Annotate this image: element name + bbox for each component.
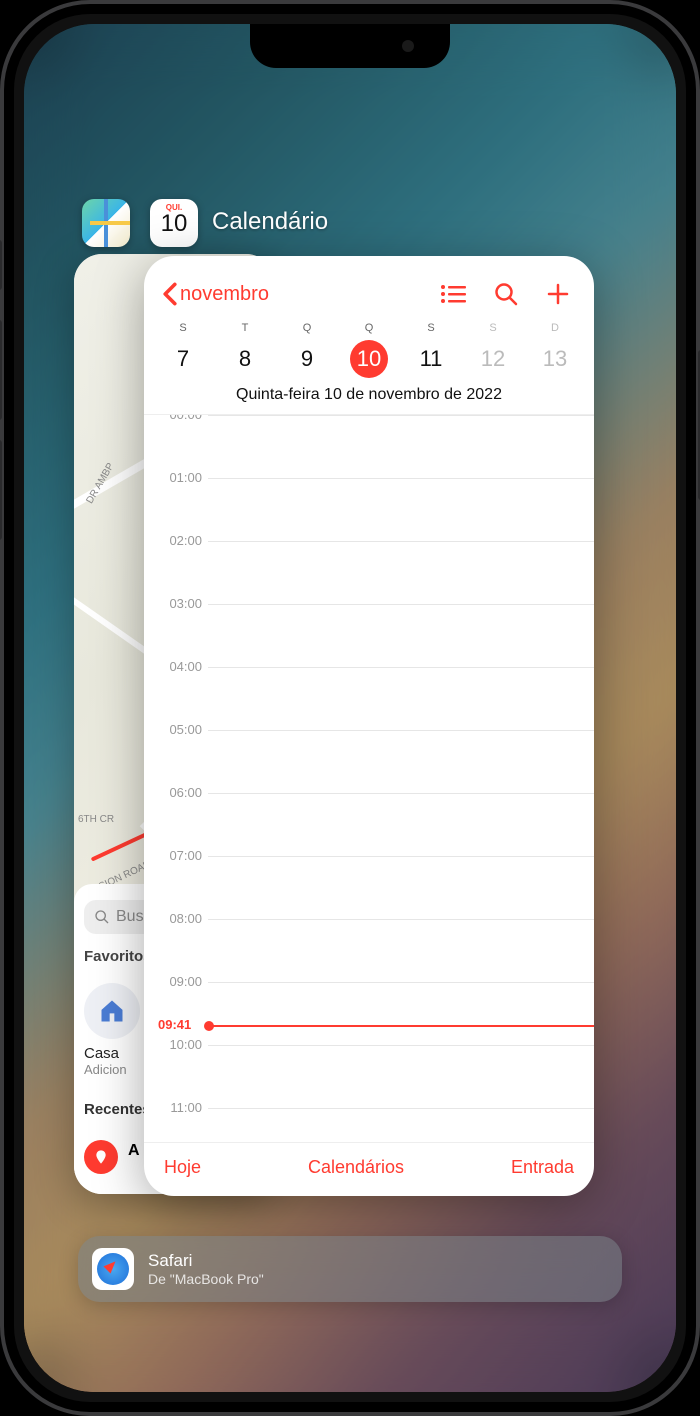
- weekday-abbr: T: [214, 322, 276, 334]
- weekday-number: 11: [412, 340, 450, 378]
- hour-row: 00:00: [208, 415, 594, 478]
- calendar-footer: Hoje Calendários Entrada: [144, 1142, 594, 1196]
- week-day-column[interactable]: D 13: [524, 322, 586, 378]
- weekday-number: 8: [226, 340, 264, 378]
- today-button[interactable]: Hoje: [164, 1157, 201, 1178]
- phone-frame: DR AMBP 6TH CR MISSION ROAD Bus Favorito…: [0, 0, 700, 1416]
- hour-row: 10:00: [208, 1045, 594, 1108]
- search-button[interactable]: [494, 282, 518, 306]
- weekday-abbr: S: [462, 322, 524, 334]
- hour-row: 04:00: [208, 667, 594, 730]
- hour-row: 05:00: [208, 730, 594, 793]
- hour-label: 09:00: [158, 974, 202, 989]
- hour-label: 08:00: [158, 911, 202, 926]
- hour-label: 07:00: [158, 848, 202, 863]
- search-placeholder: Bus: [116, 908, 144, 926]
- pin-icon: [84, 1140, 118, 1174]
- hour-row: 09:00: [208, 982, 594, 1045]
- search-icon: [494, 282, 518, 306]
- calendars-button[interactable]: Calendários: [308, 1157, 404, 1178]
- weekday-number: 10: [350, 340, 388, 378]
- handoff-banner[interactable]: Safari De "MacBook Pro": [78, 1236, 622, 1302]
- hour-row: 08:00: [208, 919, 594, 982]
- week-day-column[interactable]: Q9: [276, 322, 338, 378]
- weekday-number: 9: [288, 340, 326, 378]
- timeline[interactable]: 00:0001:0002:0003:0004:0005:0006:0007:00…: [144, 415, 594, 1142]
- list-view-button[interactable]: [440, 283, 466, 305]
- current-time-dot: [204, 1021, 214, 1031]
- weekday-abbr: D: [524, 322, 586, 334]
- mute-switch: [0, 240, 2, 290]
- hour-row: 02:00: [208, 541, 594, 604]
- hour-label: 01:00: [158, 470, 202, 485]
- calendar-header: novembro: [144, 256, 594, 316]
- list-icon: [440, 283, 466, 305]
- hour-label: 04:00: [158, 659, 202, 674]
- handoff-app-name: Safari: [148, 1251, 264, 1271]
- week-day-column[interactable]: S7: [152, 322, 214, 378]
- maps-app-icon: [82, 199, 130, 247]
- hour-row: 03:00: [208, 604, 594, 667]
- chevron-left-icon: [162, 282, 178, 306]
- weekday-number: 12: [474, 340, 512, 378]
- hour-row: 11:00: [208, 1108, 594, 1142]
- hour-label: 11:00: [158, 1100, 202, 1115]
- icon-day-num: 10: [150, 212, 198, 236]
- week-day-column[interactable]: T8: [214, 322, 276, 378]
- week-day-column[interactable]: S 11: [400, 322, 462, 378]
- full-date-label: Quinta-feira 10 de novembro de 2022: [144, 378, 594, 415]
- volume-up-button: [0, 320, 2, 420]
- back-button[interactable]: novembro: [162, 282, 440, 306]
- app-card-calendar[interactable]: novembro: [144, 256, 594, 1196]
- recent-item-label: A: [128, 1142, 140, 1160]
- app-title-label: Calendário: [212, 208, 328, 236]
- week-header: S7T8Q9Q10S11S12D13: [144, 316, 594, 378]
- hour-label: 10:00: [158, 1037, 202, 1052]
- weekday-abbr: Q: [276, 322, 338, 334]
- weekday-abbr: S: [400, 322, 462, 334]
- hour-row: 07:00: [208, 856, 594, 919]
- week-day-column[interactable]: S 12: [462, 322, 524, 378]
- favorite-home-button[interactable]: [84, 983, 140, 1039]
- hour-label: 00:00: [158, 415, 202, 422]
- safari-app-icon: [92, 1248, 134, 1290]
- add-event-button[interactable]: [546, 282, 570, 306]
- hour-label: 02:00: [158, 533, 202, 548]
- weekday-abbr: S: [152, 322, 214, 334]
- handoff-source: De "MacBook Pro": [148, 1271, 264, 1287]
- current-time-line: [208, 1025, 594, 1027]
- weekday-number: 7: [164, 340, 202, 378]
- notch: [250, 24, 450, 68]
- current-time-label: 09:41: [158, 1017, 191, 1032]
- hour-label: 06:00: [158, 785, 202, 800]
- plus-icon: [546, 282, 570, 306]
- hour-row: 06:00: [208, 793, 594, 856]
- week-day-column[interactable]: Q 10: [338, 322, 400, 378]
- volume-down-button: [0, 440, 2, 540]
- back-label: novembro: [180, 283, 269, 306]
- home-icon: [98, 997, 126, 1025]
- weekday-abbr: Q: [338, 322, 400, 334]
- inbox-button[interactable]: Entrada: [511, 1157, 574, 1178]
- hour-label: 03:00: [158, 596, 202, 611]
- search-icon: [94, 909, 110, 925]
- phone-screen: DR AMBP 6TH CR MISSION ROAD Bus Favorito…: [24, 24, 676, 1392]
- compass-icon: [97, 1253, 129, 1285]
- calendar-app-icon: QUI. 10: [150, 199, 198, 247]
- hour-label: 05:00: [158, 722, 202, 737]
- road-label: 6TH CR: [78, 814, 114, 825]
- weekday-number: 13: [536, 340, 574, 378]
- hour-row: 01:00: [208, 478, 594, 541]
